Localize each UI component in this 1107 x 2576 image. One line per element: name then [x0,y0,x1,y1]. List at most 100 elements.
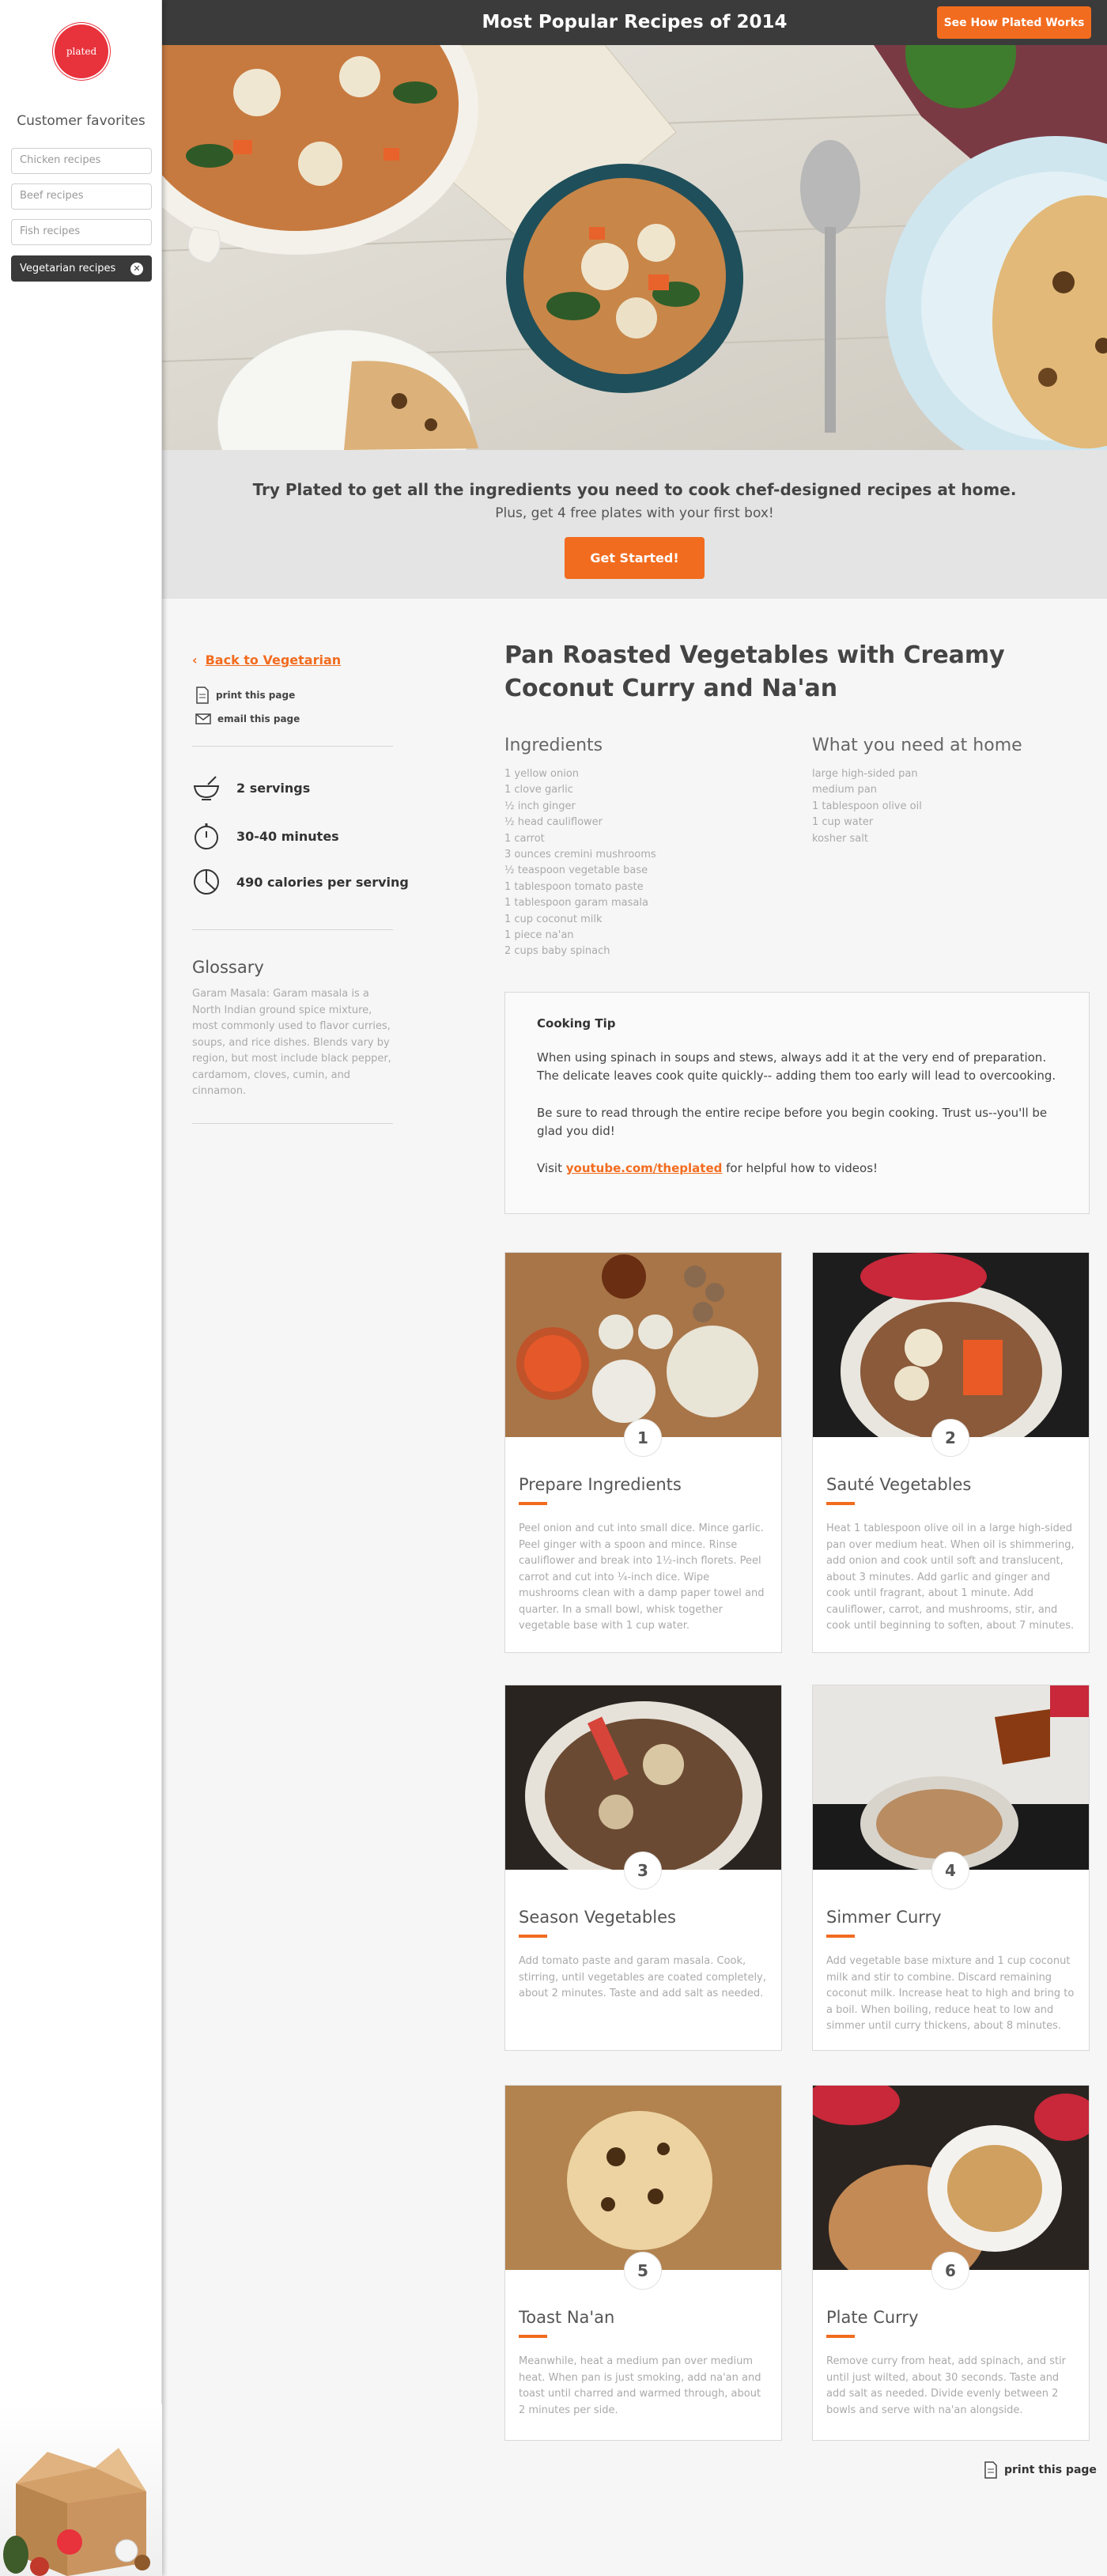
list-item: 2 cups baby spinach [504,945,610,958]
divider [192,746,393,747]
email-icon [195,713,211,724]
email-page-link[interactable]: email this page [195,713,300,724]
cooking-tip-text: Be sure to read through the entire recip… [537,1106,1048,1138]
list-item: 1 tablespoon garam masala [504,897,648,910]
step-photo [813,2086,1089,2270]
step-accent-bar [519,1502,547,1505]
step-card: 1 Prepare Ingredients Peel onion and cut… [504,1252,782,1653]
list-item: medium pan [812,784,878,796]
servings-value: 2 servings [236,780,311,796]
glossary-text: Garam Masala: Garam masala is a North In… [192,988,391,1097]
print-icon [984,2461,997,2479]
divider [192,929,393,930]
list-item: ½ inch ginger [504,800,576,812]
step-number: 6 [931,2252,969,2290]
print-page-link[interactable]: print this page [195,687,295,704]
list-item: ½ teaspoon vegetable base [504,864,648,877]
list-item: 1 cup water [812,816,874,829]
step-text: Remove curry from heat, add spinach, and… [826,2355,1067,2416]
top-bar: Most Popular Recipes of 2014 See How Pla… [162,0,1107,45]
step-number: 1 [624,1419,662,1457]
filter-beef[interactable]: Beef recipes [11,183,152,210]
divider [192,1123,393,1124]
step-text: Add tomato paste and garam masala. Cook,… [519,1955,766,1999]
ingredients-title: Ingredients [504,736,603,755]
servings-stat: 2 servings [192,775,310,800]
time-value: 30-40 minutes [236,828,339,844]
promo-banner: Try Plated to get all the ingredients yo… [162,450,1107,599]
calories-value: 490 calories per serving [236,874,409,890]
email-page-label: email this page [217,713,300,724]
list-item: 1 tablespoon tomato paste [504,880,644,893]
cooking-tip-text: Visit youtube.com/theplated for helpful … [537,1161,878,1175]
step-photo [505,1253,781,1437]
sidebar-heading: Customer favorites [17,113,145,129]
get-started-button[interactable]: Get Started! [565,537,705,579]
step-number: 2 [931,1419,969,1457]
bowl-icon [193,776,220,800]
recipe-title: Pan Roasted Vegetables with Creamy Cocon… [504,641,1005,702]
filter-vegetarian-label: Vegetarian recipes [20,263,116,274]
pie-icon [194,869,219,895]
home-needs-list: large high-sided pan medium pan 1 tablespo… [812,766,922,847]
step-card: 5 Toast Na'an Meanwhile, heat a medium p… [504,2085,782,2441]
list-item: ½ head cauliflower [504,816,603,829]
filter-fish[interactable]: Fish recipes [11,219,152,245]
step-card: 3 Season Vegetables Add tomato paste and… [504,1685,782,2051]
print-page-label: print this page [216,690,296,701]
ingredients-list: 1 yellow onion 1 clove garlic ½ inch ginge… [504,766,656,960]
see-how-plated-works-button[interactable]: See How Plated Works [937,6,1091,39]
step-title: Plate Curry [826,2308,919,2327]
calories-stat: 490 calories per serving [192,868,409,896]
step-card: 4 Simmer Curry Add vegetable base mixtur… [812,1685,1090,2051]
glossary-title: Glossary [192,958,264,977]
step-text: Add vegetable base mixture and 1 cup coc… [826,1955,1075,2032]
cooking-tip-box: Cooking Tip When using spinach in soups … [504,992,1090,1214]
step-number: 3 [624,1852,662,1889]
step-title: Sauté Vegetables [826,1475,972,1494]
step-number: 4 [931,1852,969,1889]
list-item: 1 yellow onion [504,768,580,780]
step-title: Simmer Curry [826,1908,942,1927]
step-title: Prepare Ingredients [519,1475,682,1494]
step-number: 5 [624,2252,662,2290]
list-item: kosher salt [812,832,868,845]
step-accent-bar [826,1935,855,1938]
print-page-label: print this page [1004,2464,1097,2476]
step-title: Season Vegetables [519,1908,676,1927]
print-icon [196,687,209,704]
plated-box-illustration [0,2404,162,2576]
step-text: Meanwhile, heat a medium pan over medium… [519,2355,761,2416]
step-photo [813,1685,1089,1870]
step-title: Toast Na'an [519,2308,615,2327]
step-text: Heat 1 tablespoon olive oil in a large h… [826,1523,1075,1632]
sidebar: plated Customer favorites Chicken recipe… [0,0,162,2576]
step-card: 6 Plate Curry Remove curry from heat, ad… [812,2085,1090,2441]
filter-chicken[interactable]: Chicken recipes [11,148,152,174]
list-item: 1 piece na'an [504,929,574,942]
step-photo [505,2086,781,2270]
back-link-label: Back to Vegetarian [205,653,342,668]
cooking-tip-text: When using spinach in soups and stews, a… [537,1050,1056,1083]
step-photo [813,1253,1089,1437]
print-page-link-bottom[interactable]: print this page [984,2461,1097,2479]
cooking-tip-title: Cooking Tip [537,1016,616,1031]
step-accent-bar [826,1502,855,1505]
list-item: 1 clove garlic [504,784,573,796]
step-text: Peel onion and cut into small dice. Minc… [519,1523,765,1632]
promo-title: Try Plated to get all the ingredients yo… [252,480,1017,499]
back-to-vegetarian-link[interactable]: ‹ Back to Vegetarian [192,653,341,668]
filter-vegetarian[interactable]: Vegetarian recipes ✕ [11,255,152,282]
step-photo [505,1685,781,1870]
close-icon[interactable]: ✕ [130,262,143,275]
stopwatch-icon [195,823,218,849]
list-item: 1 carrot [504,832,545,845]
step-accent-bar [826,2335,855,2338]
list-item: 1 tablespoon olive oil [812,800,922,812]
home-needs-title: What you need at home [812,736,1022,755]
plated-logo[interactable]: plated [55,25,108,78]
promo-subtitle: Plus, get 4 free plates with your first … [495,505,774,521]
step-card: 2 Sauté Vegetables Heat 1 tablespoon oli… [812,1252,1090,1653]
step-accent-bar [519,2335,547,2338]
youtube-link[interactable]: youtube.com/theplated [566,1161,723,1175]
